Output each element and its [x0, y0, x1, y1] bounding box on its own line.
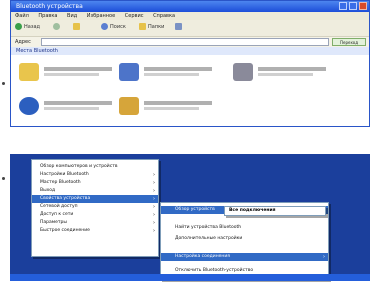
up-button[interactable] — [73, 23, 82, 32]
menu-help[interactable]: Справка — [153, 13, 175, 19]
menu-view[interactable]: Вид — [67, 13, 77, 19]
network-icon — [119, 97, 139, 115]
submenu-item-selected[interactable]: Настройка соединения › — [161, 253, 328, 261]
address-label: Адрес — [15, 39, 31, 45]
forward-icon — [53, 23, 60, 30]
back-icon — [15, 23, 22, 30]
list-item[interactable] — [19, 95, 114, 119]
menu-favorites[interactable]: Избранное — [87, 13, 115, 19]
close-button[interactable] — [359, 2, 367, 10]
printer-icon — [233, 63, 253, 81]
arrow-right-icon: › — [153, 228, 155, 234]
menu-item[interactable]: Обзор компьютеров и устройств — [32, 163, 158, 171]
arrow-right-icon: › — [153, 204, 155, 210]
toolbar: Назад Поиск Папки — [11, 20, 369, 37]
menu-item[interactable]: Выход › — [32, 187, 158, 195]
title-bar: Bluetooth устройства — [11, 1, 369, 12]
up-folder-icon — [73, 23, 80, 30]
menu-item[interactable]: Мастер Bluetooth › — [32, 179, 158, 187]
arrow-right-icon: › — [153, 188, 155, 194]
menu-bar: Файл Правка Вид Избранное Сервис Справка — [11, 12, 369, 20]
bluetooth-icon — [19, 97, 39, 115]
arrow-right-icon: › — [153, 220, 155, 226]
computer-icon — [119, 63, 139, 81]
menu-item-selected[interactable]: Свойства устройства › — [32, 195, 158, 203]
desktop: Обзор компьютеров и устройств Настройки … — [10, 154, 370, 281]
submenu-item[interactable]: Найти устройства Bluetooth — [161, 224, 328, 232]
arrow-right-icon: › — [153, 180, 155, 186]
content-pane: Места Bluetooth — [11, 47, 369, 126]
menu-edit[interactable]: Правка — [38, 13, 57, 19]
list-item[interactable] — [119, 95, 214, 119]
folders-icon — [139, 23, 146, 30]
menu-item[interactable]: Доступ к сети › — [32, 211, 158, 219]
arrow-right-icon: › — [153, 172, 155, 178]
folders-button[interactable]: Папки — [139, 23, 164, 32]
window-title: Bluetooth устройства — [16, 3, 83, 10]
pane-header: Места Bluetooth — [11, 47, 369, 55]
submenu-item[interactable]: Дополнительные настройки — [161, 235, 328, 243]
bullet-marker — [2, 177, 5, 180]
folder-icon — [19, 63, 39, 81]
search-button[interactable]: Поиск — [101, 23, 126, 32]
arrow-right-icon: › — [323, 254, 325, 260]
taskbar — [10, 274, 370, 281]
explorer-window: Bluetooth устройства Файл Правка Вид Изб… — [10, 0, 370, 127]
menu-file[interactable]: Файл — [15, 13, 29, 19]
list-item[interactable] — [233, 61, 328, 85]
search-icon — [101, 23, 108, 30]
flyout-label[interactable]: Все подключения — [225, 207, 325, 215]
forward-button[interactable] — [53, 23, 62, 32]
arrow-right-icon: › — [153, 212, 155, 218]
submenu-flyout: Все подключения — [224, 206, 326, 216]
address-input[interactable] — [41, 38, 329, 46]
go-button[interactable]: Переход — [332, 38, 366, 46]
menu-item[interactable]: Сетевой доступ › — [32, 203, 158, 211]
list-item[interactable] — [119, 61, 214, 85]
bullet-marker — [2, 82, 5, 85]
views-button[interactable] — [175, 23, 184, 32]
list-item[interactable] — [19, 61, 114, 85]
views-icon — [175, 23, 182, 30]
menu-item[interactable]: Параметры › — [32, 219, 158, 227]
maximize-button[interactable] — [349, 2, 357, 10]
back-button[interactable]: Назад — [15, 23, 40, 32]
menu-item[interactable]: Настройки Bluetooth › — [32, 171, 158, 179]
arrow-right-icon: › — [153, 196, 155, 202]
menu-tools[interactable]: Сервис — [125, 13, 144, 19]
menu-item[interactable]: Быстрое соединение › — [32, 227, 158, 235]
minimize-button[interactable] — [339, 2, 347, 10]
start-menu: Обзор компьютеров и устройств Настройки … — [31, 159, 159, 257]
